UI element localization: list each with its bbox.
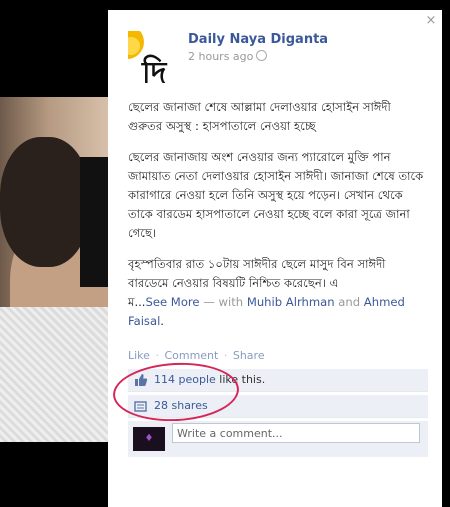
post-actions: Like · Comment · Share (128, 349, 265, 362)
comment-link[interactable]: Comment (164, 349, 218, 362)
likes-row: 114 people like this. (128, 369, 428, 392)
post-text-prefix: ম... (128, 295, 146, 309)
separator: · (223, 349, 228, 362)
share-link[interactable]: Share (233, 349, 265, 362)
post-time[interactable]: 2 hours ago (188, 50, 268, 63)
shares-link[interactable]: 28 shares (154, 395, 208, 417)
comment-input[interactable]: Write a comment... (172, 423, 420, 443)
globe-icon (256, 50, 268, 61)
with-text: — with (203, 295, 244, 309)
and-text: and (338, 295, 361, 309)
user-avatar: ♦ (133, 427, 165, 451)
page-avatar[interactable]: দি (128, 31, 180, 83)
thumbs-up-icon (135, 374, 148, 386)
post-panel: × দি Daily Naya Diganta 2 hours ago ছেলে… (108, 10, 442, 507)
comment-row: ♦ Write a comment... (128, 421, 428, 457)
post-paragraph: ছেলের জানাজা শেষে আল্লামা দেলাওয়ার হোসা… (128, 100, 391, 133)
post-last-line: ম...See More — with Muhib Alrhman and Ah… (128, 293, 428, 331)
background-photo (0, 97, 108, 442)
likes-people-link[interactable]: 114 people (154, 373, 216, 386)
avatar-glyph: দি (142, 56, 167, 83)
share-icon (134, 401, 147, 412)
see-more-link[interactable]: See More (146, 295, 200, 309)
shares-row: 28 shares (128, 395, 428, 418)
post-paragraph: বৃহস্পতিবার রাত ১০টায় সাঈদীর ছেলে মাসুদ… (128, 257, 386, 290)
post-body: ছেলের জানাজা শেষে আল্লামা দেলাওয়ার হোসা… (128, 98, 428, 331)
close-icon[interactable]: × (424, 14, 438, 28)
tag-muhib[interactable]: Muhib Alrhman (247, 295, 335, 309)
period: . (160, 314, 164, 328)
post-time-text[interactable]: 2 hours ago (188, 50, 253, 63)
separator: · (155, 349, 159, 362)
post-paragraph: ছেলের জানাজায় অংশ নেওয়ার জন্য প্যারোলে… (128, 150, 424, 240)
like-link[interactable]: Like (128, 349, 150, 362)
page-name-link[interactable]: Daily Naya Diganta (188, 32, 328, 47)
likes-suffix: like this. (219, 373, 266, 386)
likes-text: 114 people like this. (154, 369, 265, 391)
